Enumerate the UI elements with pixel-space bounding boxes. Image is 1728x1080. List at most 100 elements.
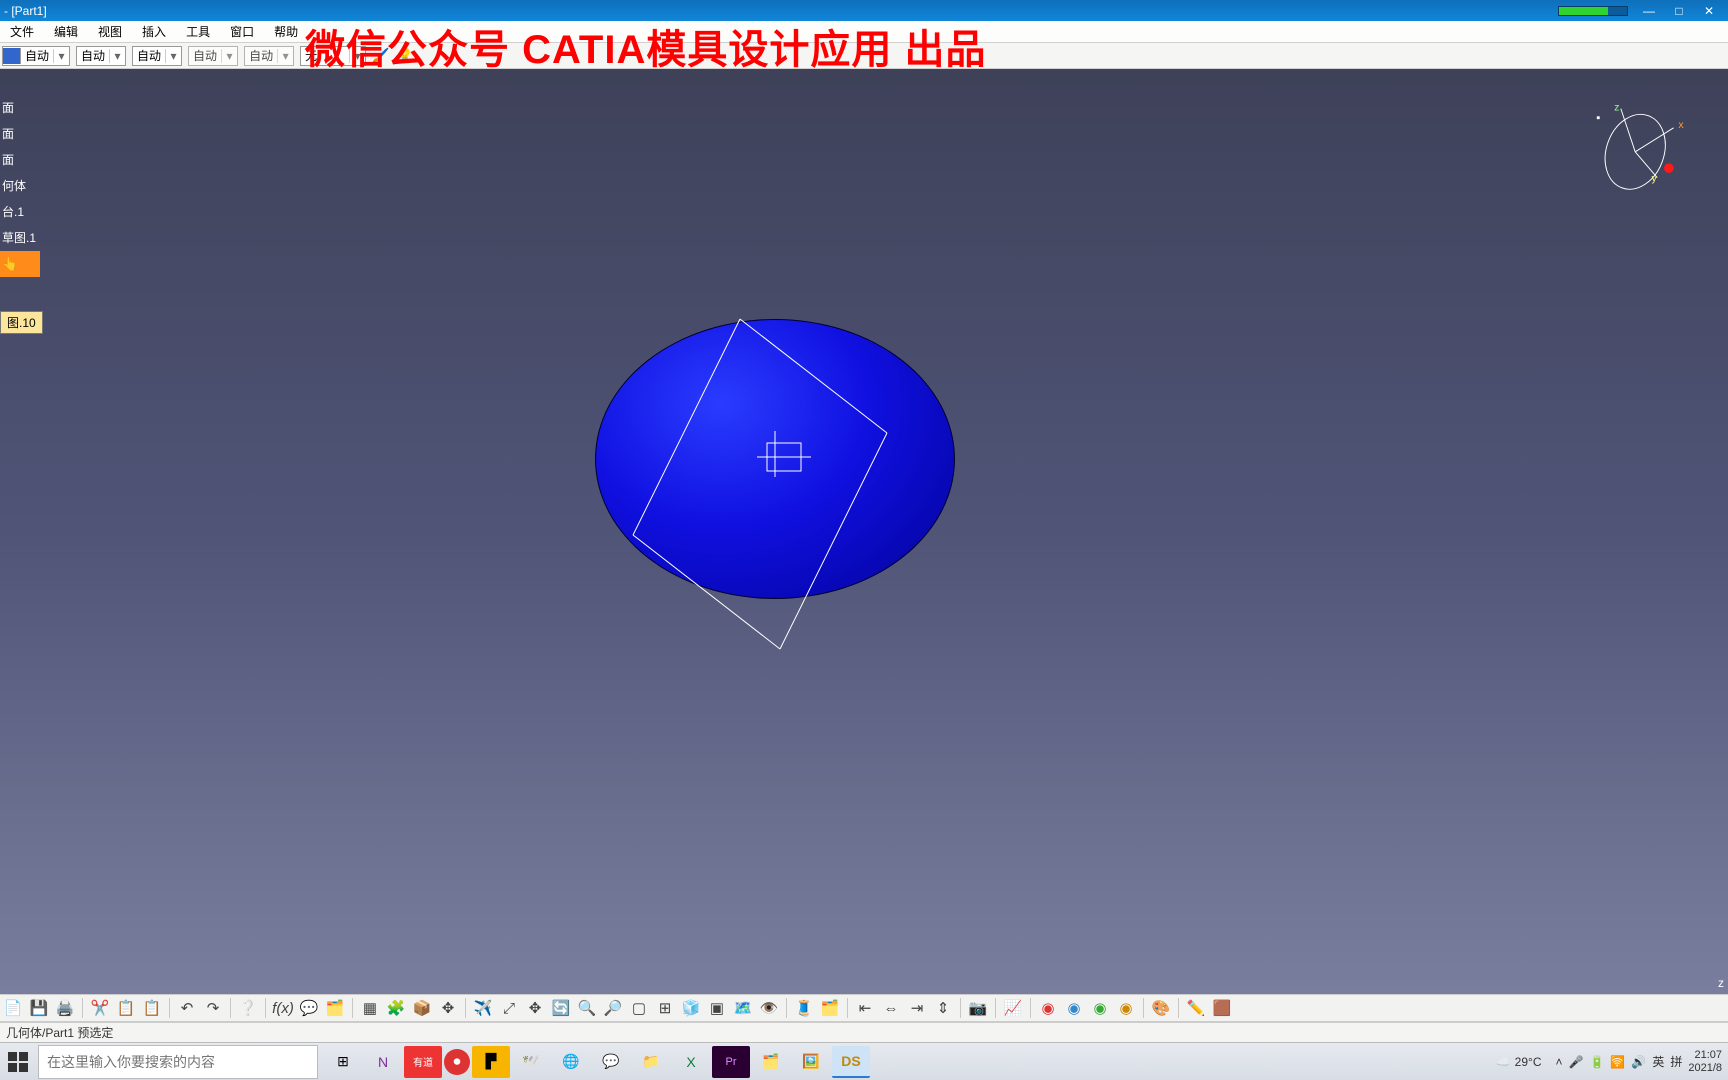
tray-chevron-icon[interactable]: ˄ bbox=[1555, 1055, 1562, 1069]
normal-view-button[interactable]: ▢ bbox=[628, 997, 650, 1019]
tray-volume-icon[interactable]: 🔊 bbox=[1631, 1055, 1646, 1069]
material-icon[interactable]: 🎨 bbox=[1150, 997, 1172, 1019]
tree-item[interactable]: 何体 bbox=[0, 173, 40, 199]
new-button[interactable]: 📄 bbox=[2, 997, 24, 1019]
feature-tree[interactable]: 面 面 面 何体 台.1 草图.1 👆 图.10 bbox=[0, 95, 40, 277]
app-image-icon[interactable]: 🖼️ bbox=[792, 1046, 830, 1078]
fly-icon[interactable]: ✈️ bbox=[472, 997, 494, 1019]
combo-auto-5[interactable]: 自动▾ bbox=[244, 46, 294, 66]
render-2-icon[interactable]: ◉ bbox=[1063, 997, 1085, 1019]
menu-view[interactable]: 视图 bbox=[88, 21, 132, 43]
app-yellow-icon[interactable]: ▛ bbox=[472, 1046, 510, 1078]
tree-item[interactable]: 草图.1 bbox=[0, 225, 40, 251]
print-button[interactable]: 🖨️ bbox=[54, 997, 76, 1019]
axis-triad[interactable]: x z y bbox=[1592, 99, 1688, 195]
zoom-out-button[interactable]: 🔎 bbox=[602, 997, 624, 1019]
hide-show-button[interactable]: 👁️ bbox=[758, 997, 780, 1019]
task-view-icon[interactable]: ⊞ bbox=[324, 1046, 362, 1078]
viewport-3d[interactable]: 面 面 面 何体 台.1 草图.1 👆 图.10 x z y bbox=[0, 69, 1728, 994]
redo-button[interactable]: ↷ bbox=[202, 997, 224, 1019]
start-button[interactable] bbox=[0, 1043, 36, 1080]
paint-tool-icon[interactable]: 🖌️ bbox=[372, 47, 390, 65]
tray-battery-icon[interactable]: 🔋 bbox=[1589, 1055, 1604, 1069]
sketch-button[interactable]: ✏️ bbox=[1185, 997, 1207, 1019]
tree-item[interactable]: 面 bbox=[0, 147, 40, 173]
maximize-button[interactable]: □ bbox=[1664, 4, 1694, 18]
app-catia-icon[interactable]: DS bbox=[832, 1046, 870, 1078]
render-3-icon[interactable]: ◉ bbox=[1089, 997, 1111, 1019]
menu-edit[interactable]: 编辑 bbox=[44, 21, 88, 43]
menu-window[interactable]: 窗口 bbox=[220, 21, 264, 43]
design-table-icon[interactable]: 🗂️ bbox=[324, 997, 346, 1019]
align-right-icon[interactable]: ⇥ bbox=[906, 997, 928, 1019]
tray-mic-icon[interactable]: 🎤 bbox=[1569, 1055, 1584, 1069]
knowledge-icon[interactable]: 💬 bbox=[298, 997, 320, 1019]
render-1-icon[interactable]: ◉ bbox=[1037, 997, 1059, 1019]
axis-icon[interactable]: ✥ bbox=[437, 997, 459, 1019]
weather-temp: 29°C bbox=[1515, 1055, 1542, 1069]
body-tree-icon[interactable]: 🧩 bbox=[385, 997, 407, 1019]
status-text: 几何体/Part1 预选定 bbox=[6, 1024, 113, 1041]
perspective-button[interactable]: 🗺️ bbox=[732, 997, 754, 1019]
weather-widget[interactable]: ☁️ 29°C bbox=[1488, 1055, 1550, 1069]
camera-button[interactable]: 📷 bbox=[967, 997, 989, 1019]
tree-item[interactable]: 面 bbox=[0, 95, 40, 121]
app-wechat-icon[interactable]: 💬 bbox=[592, 1046, 630, 1078]
app-explorer-icon[interactable]: 📁 bbox=[632, 1046, 670, 1078]
menu-insert[interactable]: 插入 bbox=[132, 21, 176, 43]
combo-auto-3[interactable]: 自动▾ bbox=[132, 46, 182, 66]
app-excel-icon[interactable]: X bbox=[672, 1046, 710, 1078]
undo-button[interactable]: ↶ bbox=[176, 997, 198, 1019]
zoom-in-button[interactable]: 🔍 bbox=[576, 997, 598, 1019]
copy-button[interactable]: 📋 bbox=[115, 997, 137, 1019]
close-button[interactable]: ✕ bbox=[1694, 4, 1724, 18]
fit-all-button[interactable]: ⤢ bbox=[498, 997, 520, 1019]
menu-help[interactable]: 帮助 bbox=[264, 21, 308, 43]
formula-button[interactable]: f(x) bbox=[272, 997, 294, 1019]
app-onenote-icon[interactable]: N bbox=[364, 1046, 402, 1078]
part-icon[interactable]: 📦 bbox=[411, 997, 433, 1019]
multi-view-button[interactable]: ⊞ bbox=[654, 997, 676, 1019]
grid-icon[interactable]: ▦ bbox=[359, 997, 381, 1019]
pad-button[interactable]: 🟫 bbox=[1211, 997, 1233, 1019]
combo-none[interactable]: 无▾ bbox=[300, 46, 366, 66]
pan-button[interactable]: ✥ bbox=[524, 997, 546, 1019]
model-body[interactable] bbox=[595, 319, 955, 659]
app-youdao-icon[interactable]: 有道 bbox=[404, 1046, 442, 1078]
distribute-icon[interactable]: ⇕ bbox=[932, 997, 954, 1019]
rotate-button[interactable]: 🔄 bbox=[550, 997, 572, 1019]
paste-button[interactable]: 📋 bbox=[141, 997, 163, 1019]
tree-item[interactable]: 台.1 bbox=[0, 199, 40, 225]
align-left-icon[interactable]: ⇤ bbox=[854, 997, 876, 1019]
minimize-button[interactable]: — bbox=[1634, 4, 1664, 18]
app-red-icon[interactable]: ⏺ bbox=[444, 1049, 470, 1075]
app-edge-icon[interactable]: 🌐 bbox=[552, 1046, 590, 1078]
bulb-tool-icon[interactable]: 💡 bbox=[396, 47, 414, 65]
menu-file[interactable]: 文件 bbox=[0, 21, 44, 43]
comb-icon[interactable]: 📈 bbox=[1002, 997, 1024, 1019]
tray-network-icon[interactable]: 🛜 bbox=[1610, 1055, 1625, 1069]
align-center-icon[interactable]: ⇔ bbox=[880, 997, 902, 1019]
app-premiere-icon[interactable]: Pr bbox=[712, 1046, 750, 1078]
wire-icon[interactable]: 🧵 bbox=[793, 997, 815, 1019]
render-4-icon[interactable]: ◉ bbox=[1115, 997, 1137, 1019]
taskbar-search-input[interactable] bbox=[39, 1054, 317, 1070]
help-pointer-icon[interactable]: ❔ bbox=[237, 997, 259, 1019]
cut-button[interactable]: ✂️ bbox=[89, 997, 111, 1019]
taskbar-search[interactable] bbox=[38, 1045, 318, 1079]
app-bird-icon[interactable]: 🕊️ bbox=[512, 1046, 550, 1078]
save-button[interactable]: 💾 bbox=[28, 997, 50, 1019]
tree-item-selected[interactable]: 👆 bbox=[0, 251, 40, 277]
ime-lang-2[interactable]: 拼 bbox=[1670, 1053, 1682, 1070]
tree-item[interactable]: 面 bbox=[0, 121, 40, 147]
combo-auto-2[interactable]: 自动▾ bbox=[76, 46, 126, 66]
shade-mode-button[interactable]: ▣ bbox=[706, 997, 728, 1019]
tray-clock[interactable]: 21:07 2021/8 bbox=[1688, 1049, 1722, 1075]
ime-lang-1[interactable]: 英 bbox=[1652, 1053, 1664, 1070]
color-combo-1[interactable]: 自动▾ bbox=[2, 46, 70, 66]
combo-auto-4[interactable]: 自动▾ bbox=[188, 46, 238, 66]
app-folder2-icon[interactable]: 🗂️ bbox=[752, 1046, 790, 1078]
iso-view-button[interactable]: 🧊 bbox=[680, 997, 702, 1019]
layers-icon[interactable]: 🗂️ bbox=[819, 997, 841, 1019]
menu-tools[interactable]: 工具 bbox=[176, 21, 220, 43]
